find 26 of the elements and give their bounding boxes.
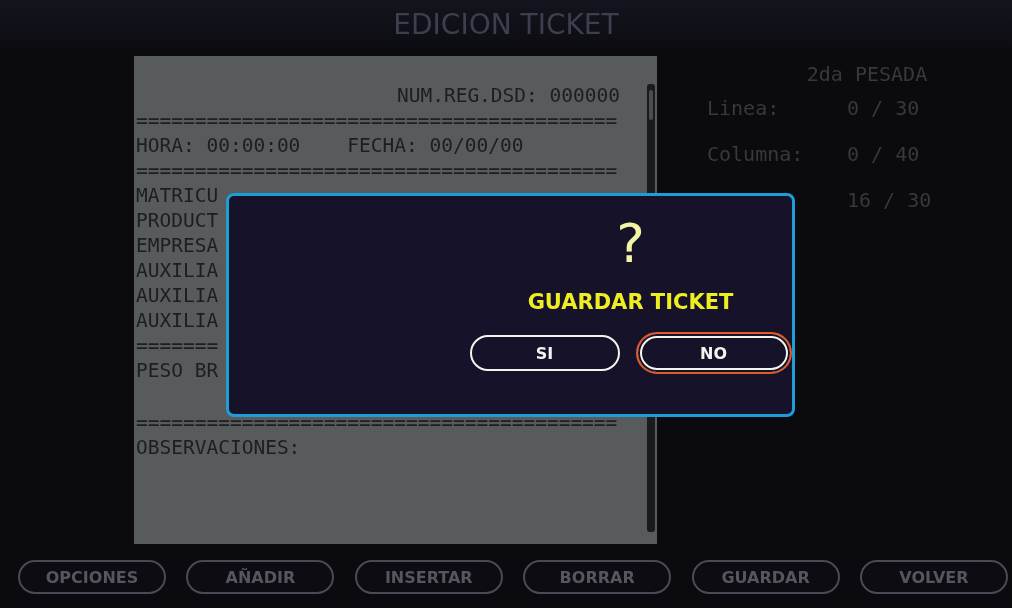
ticket-line: MATRICU bbox=[136, 183, 219, 208]
ticket-line: ========================================= bbox=[136, 108, 618, 133]
scrollbar-thumb[interactable] bbox=[649, 90, 653, 120]
ticket-line: AUXILIA bbox=[136, 258, 219, 283]
dialog-message: GUARDAR TICKET bbox=[527, 290, 734, 314]
toolbar-button[interactable]: OPCIONES bbox=[18, 560, 166, 594]
ticket-line: AUXILIA bbox=[136, 283, 219, 308]
ticket-line: ========================================= bbox=[136, 158, 618, 183]
ticket-line: PRODUCT bbox=[136, 208, 219, 233]
ticket-line: HORA: 00:00:00 FECHA: 00/00/00 bbox=[136, 133, 524, 158]
ticket-line: AUXILIA bbox=[136, 308, 219, 333]
toolbar-button[interactable]: AÑADIR bbox=[186, 560, 335, 594]
window-title: EDICION TICKET bbox=[393, 7, 619, 41]
ticket-line: ========================================= bbox=[136, 410, 618, 435]
dialog-button[interactable]: SI bbox=[469, 335, 620, 371]
toolbar-button[interactable]: INSERTAR bbox=[354, 560, 503, 594]
ticket-line: EMPRESA bbox=[136, 233, 219, 258]
ticket-line: ======= bbox=[136, 333, 219, 358]
ticket-line: PESO BR bbox=[136, 358, 219, 383]
ticket-line: OBSERVACIONES: bbox=[136, 435, 301, 460]
ticket-line: NUM.REG.DSD: 000000 bbox=[396, 83, 620, 108]
question-icon: ? bbox=[616, 214, 645, 274]
dialog-button[interactable]: NO bbox=[635, 332, 792, 374]
toolbar-button[interactable]: VOLVER bbox=[859, 560, 1008, 594]
toolbar-button[interactable]: BORRAR bbox=[523, 560, 672, 594]
toolbar-button[interactable]: GUARDAR bbox=[691, 560, 840, 594]
